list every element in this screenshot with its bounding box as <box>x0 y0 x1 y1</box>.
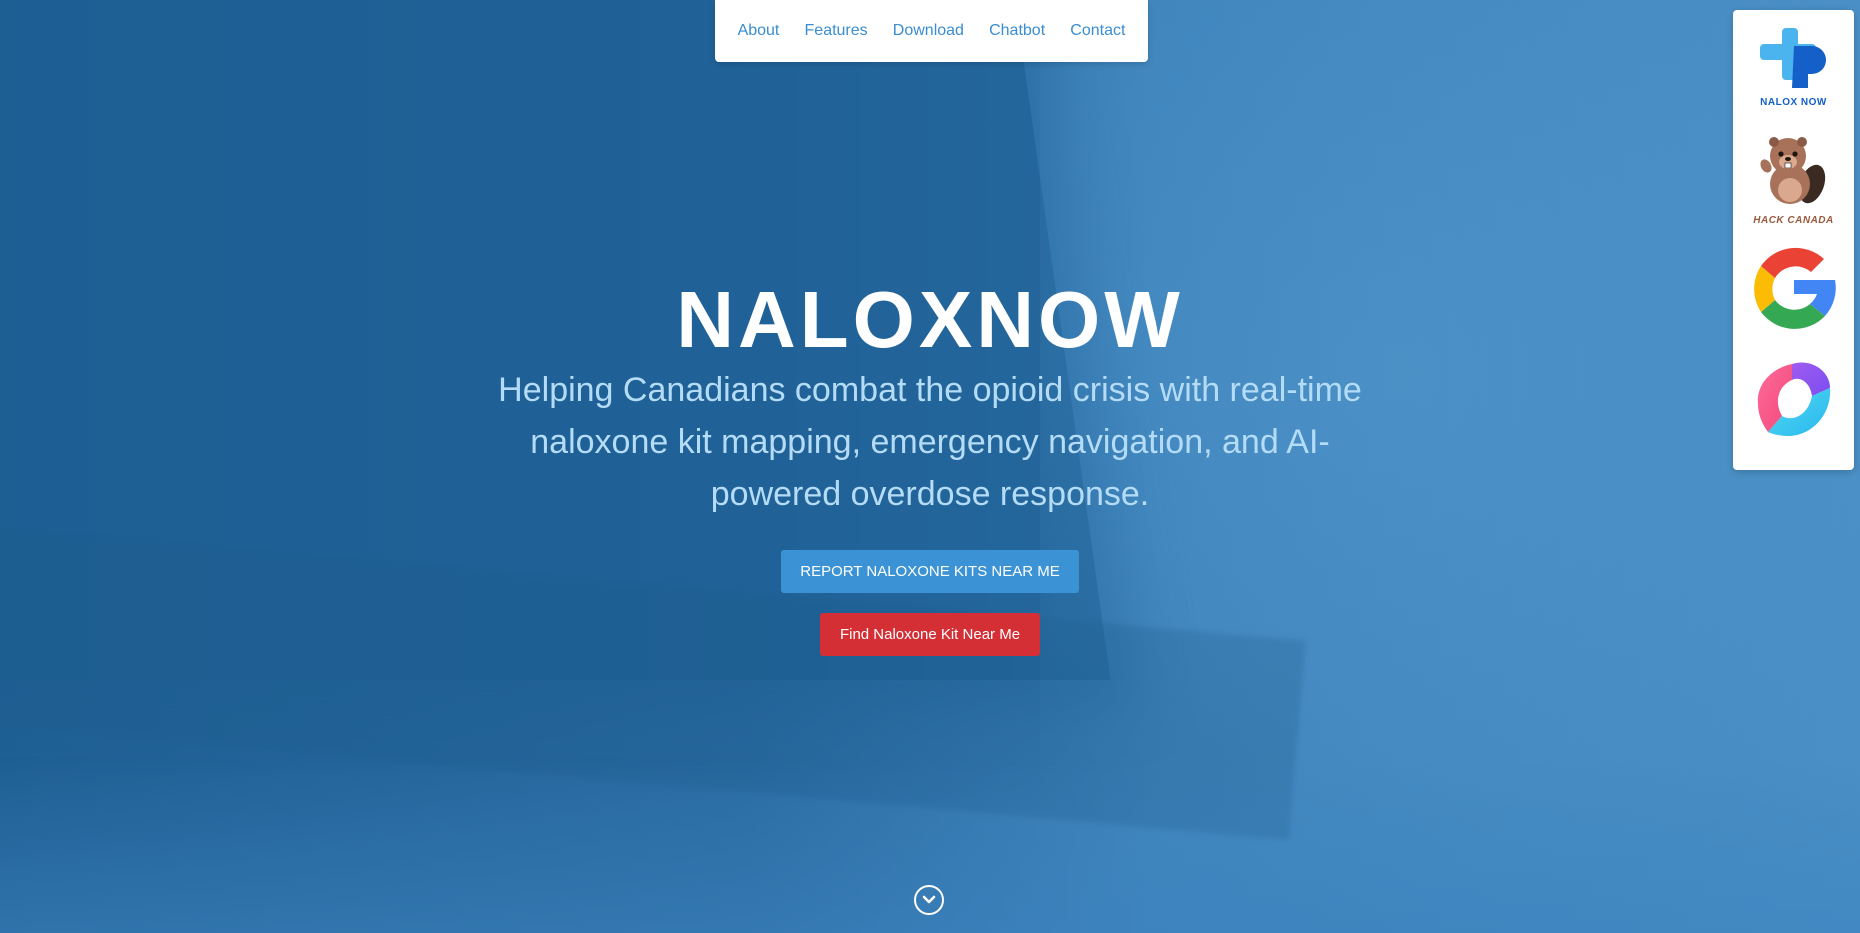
sponsor-hack-canada[interactable]: HACK CANADA <box>1733 132 1854 226</box>
nav-link-download[interactable]: Download <box>891 18 966 44</box>
report-naloxone-kits-button[interactable]: REPORT NALOXONE KITS NEAR ME <box>781 550 1079 593</box>
nav-link-contact[interactable]: Contact <box>1068 18 1127 44</box>
sponsor-caption-naloxnow: NALOX NOW <box>1760 97 1827 108</box>
hero-section: NALOXNOW Helping Canadians combat the op… <box>400 270 1460 656</box>
sponsor-panel: NALOX NOW HACK CANADA <box>1733 10 1854 470</box>
sponsor-caption-hack-canada: HACK CANADA <box>1753 215 1834 226</box>
chevron-down-circle-icon[interactable] <box>914 885 944 915</box>
hack-canada-beaver-icon <box>1759 137 1825 204</box>
find-naloxone-kit-button[interactable]: Find Naloxone Kit Near Me <box>819 613 1041 656</box>
top-navigation: About Features Download Chatbot Contact <box>715 0 1148 62</box>
nav-link-about[interactable]: About <box>736 18 782 44</box>
google-logo-icon <box>1753 247 1836 329</box>
sponsor-gradient-logo[interactable] <box>1733 358 1854 447</box>
hero-subtitle: Helping Canadians combat the opioid cris… <box>498 371 1362 513</box>
hero-title: NALOXNOW <box>676 275 1184 364</box>
nav-link-features[interactable]: Features <box>803 18 870 44</box>
gradient-blob-logo-icon <box>1757 362 1830 436</box>
naloxnow-logo-icon <box>1759 28 1826 88</box>
sponsor-naloxnow[interactable]: NALOX NOW <box>1733 24 1854 108</box>
nav-link-chatbot[interactable]: Chatbot <box>987 18 1047 44</box>
sponsor-google[interactable] <box>1733 242 1854 341</box>
